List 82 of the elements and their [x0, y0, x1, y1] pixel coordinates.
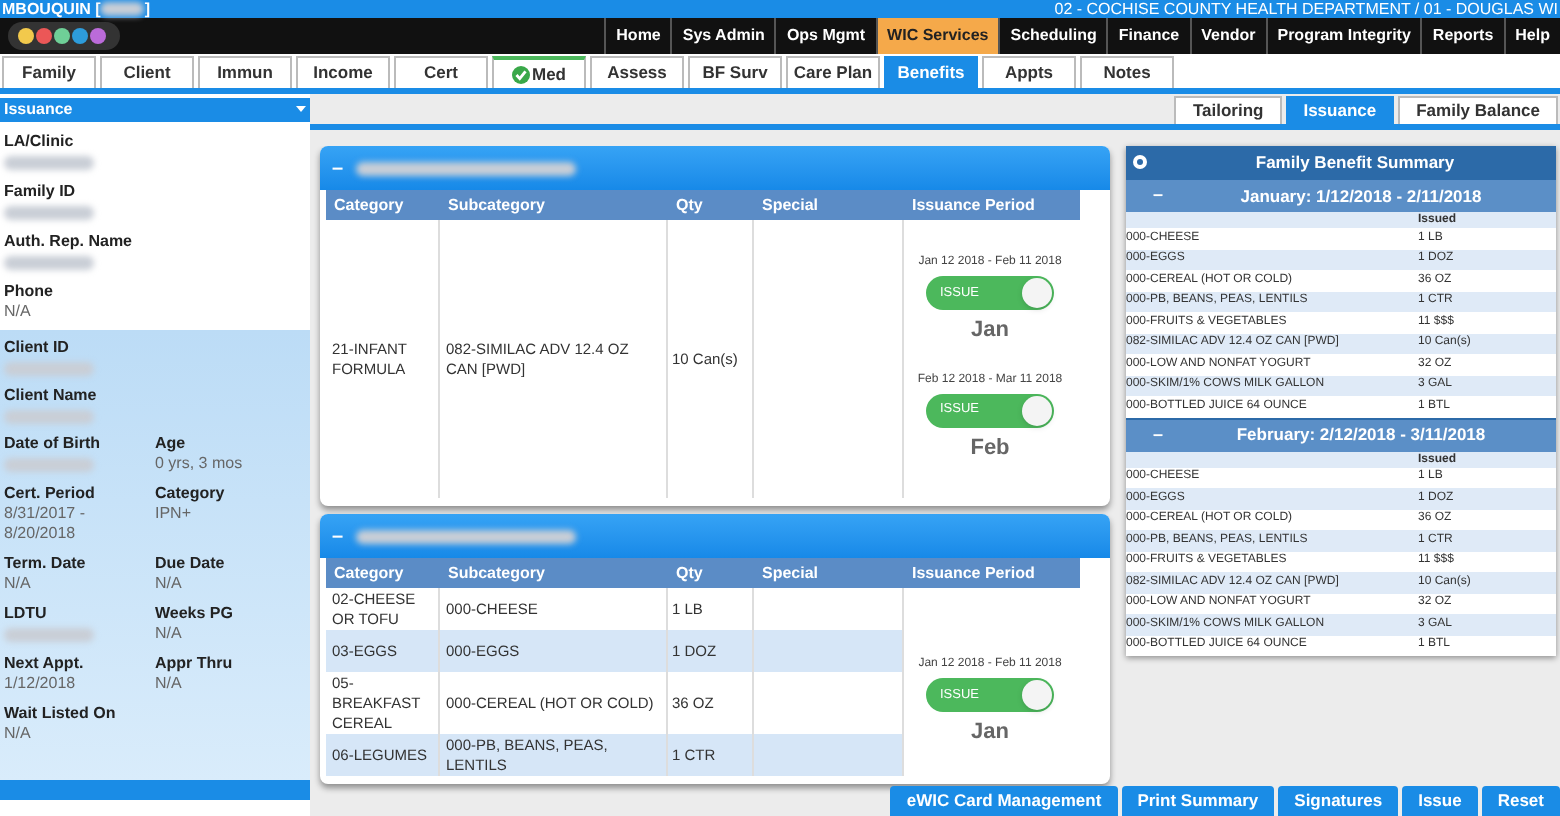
redacted-text	[4, 458, 94, 472]
action-button[interactable]: Reset	[1481, 786, 1560, 816]
tab[interactable]: Income	[296, 56, 390, 88]
field-label: LDTU	[4, 604, 49, 624]
period-month: Jan	[971, 718, 1009, 748]
field-label: Cert. Period	[4, 484, 97, 504]
tab[interactable]: Client	[100, 56, 194, 88]
tab[interactable]: Immun	[198, 56, 292, 88]
field-label: Client ID	[4, 338, 71, 358]
tab[interactable]: Benefits	[884, 56, 978, 88]
column-header: Subcategory	[446, 562, 547, 586]
field-value: N/A	[155, 574, 184, 594]
field-label: Client Name	[4, 386, 99, 406]
sidebar-dropdown[interactable]: Issuance	[0, 98, 310, 122]
user-name-bracket: ]	[144, 0, 150, 18]
field-label: Weeks PG	[155, 604, 235, 624]
column-header: Special	[760, 562, 821, 586]
tab[interactable]: BF Surv	[688, 56, 782, 88]
field-label: Due Date	[155, 554, 227, 574]
tab[interactable]: Family	[2, 56, 96, 88]
field-value: N/A	[155, 674, 184, 694]
field-value: 8/31/2017 - 8/20/2018	[4, 504, 87, 544]
menu-item[interactable]: WIC Services	[875, 18, 999, 54]
field-label: Next Appt.	[4, 654, 86, 674]
redacted-text	[100, 2, 145, 16]
logo-drawing	[6, 20, 122, 52]
summary-title: Family Benefit Summary	[1253, 149, 1457, 175]
field-label: Term. Date	[4, 554, 88, 574]
field-value: N/A	[4, 574, 33, 594]
redacted-text	[4, 256, 94, 270]
column-header: Category	[332, 562, 406, 586]
tab[interactable]: Assess	[590, 56, 684, 88]
period-month: Feb	[970, 433, 1010, 463]
field-label: Family ID	[4, 182, 78, 202]
column-header: Issuance Period	[910, 562, 1037, 586]
month-title: January: 1/12/2018 - 2/11/2018	[1238, 183, 1484, 209]
field-label: Age	[155, 434, 188, 454]
column-header: Qty	[674, 562, 705, 586]
field-label: Category	[155, 484, 227, 504]
field-label: LA/Clinic	[4, 132, 76, 152]
period-month: Jan	[971, 316, 1009, 346]
field-label: Appr Thru	[155, 654, 235, 674]
field-label: Phone	[4, 282, 55, 302]
field-label: Auth. Rep. Name	[4, 232, 135, 252]
toggle-thumb	[1022, 680, 1052, 710]
user-name: MBOUQUIN [	[2, 0, 101, 18]
tab[interactable]: Appts	[982, 56, 1076, 88]
field-value: N/A	[155, 624, 184, 644]
action-button[interactable]: Print Summary	[1121, 786, 1275, 816]
column-header: Qty	[674, 194, 705, 218]
field-value: 0 yrs, 3 mos	[155, 454, 245, 474]
field-value: N/A	[4, 724, 33, 744]
column-header: Subcategory	[446, 194, 547, 218]
field-value: 1/12/2018	[4, 674, 78, 694]
subtab[interactable]: Issuance	[1285, 96, 1395, 124]
action-button[interactable]: Signatures	[1278, 786, 1399, 816]
location-text: 02 - COCHISE COUNTY HEALTH DEPARTMENT / 01 - DOUGLAS WI	[1054, 0, 1558, 18]
tab[interactable]: Notes	[1080, 56, 1174, 88]
column-header: Issuance Period	[910, 194, 1037, 218]
redacted-text	[4, 628, 94, 642]
month-title: February: 2/12/2018 - 3/11/2018	[1234, 422, 1488, 448]
field-value: N/A	[4, 302, 33, 322]
action-button[interactable]: Issue	[1402, 786, 1478, 816]
field-label: Wait Listed On	[4, 704, 118, 724]
action-button[interactable]: eWIC Card Management	[890, 786, 1118, 816]
check-icon	[512, 65, 530, 83]
subtab[interactable]: Family Balance	[1398, 96, 1558, 124]
redacted-text	[4, 156, 94, 170]
tab[interactable]: Care Plan	[786, 56, 880, 88]
column-header: Special	[760, 194, 821, 218]
subtab[interactable]: Tailoring	[1174, 96, 1282, 124]
tab[interactable]: Cert	[394, 56, 488, 88]
field-value: IPN+	[155, 504, 194, 524]
column-header: Category	[332, 194, 406, 218]
toggle-thumb	[1022, 395, 1052, 425]
toggle-thumb	[1022, 278, 1052, 308]
tab[interactable]: Med	[492, 56, 586, 88]
caret-icon	[296, 106, 306, 114]
redacted-text	[4, 410, 94, 424]
redacted-text	[4, 362, 94, 376]
field-label: Date of Birth	[4, 434, 102, 454]
redacted-text	[4, 206, 94, 220]
